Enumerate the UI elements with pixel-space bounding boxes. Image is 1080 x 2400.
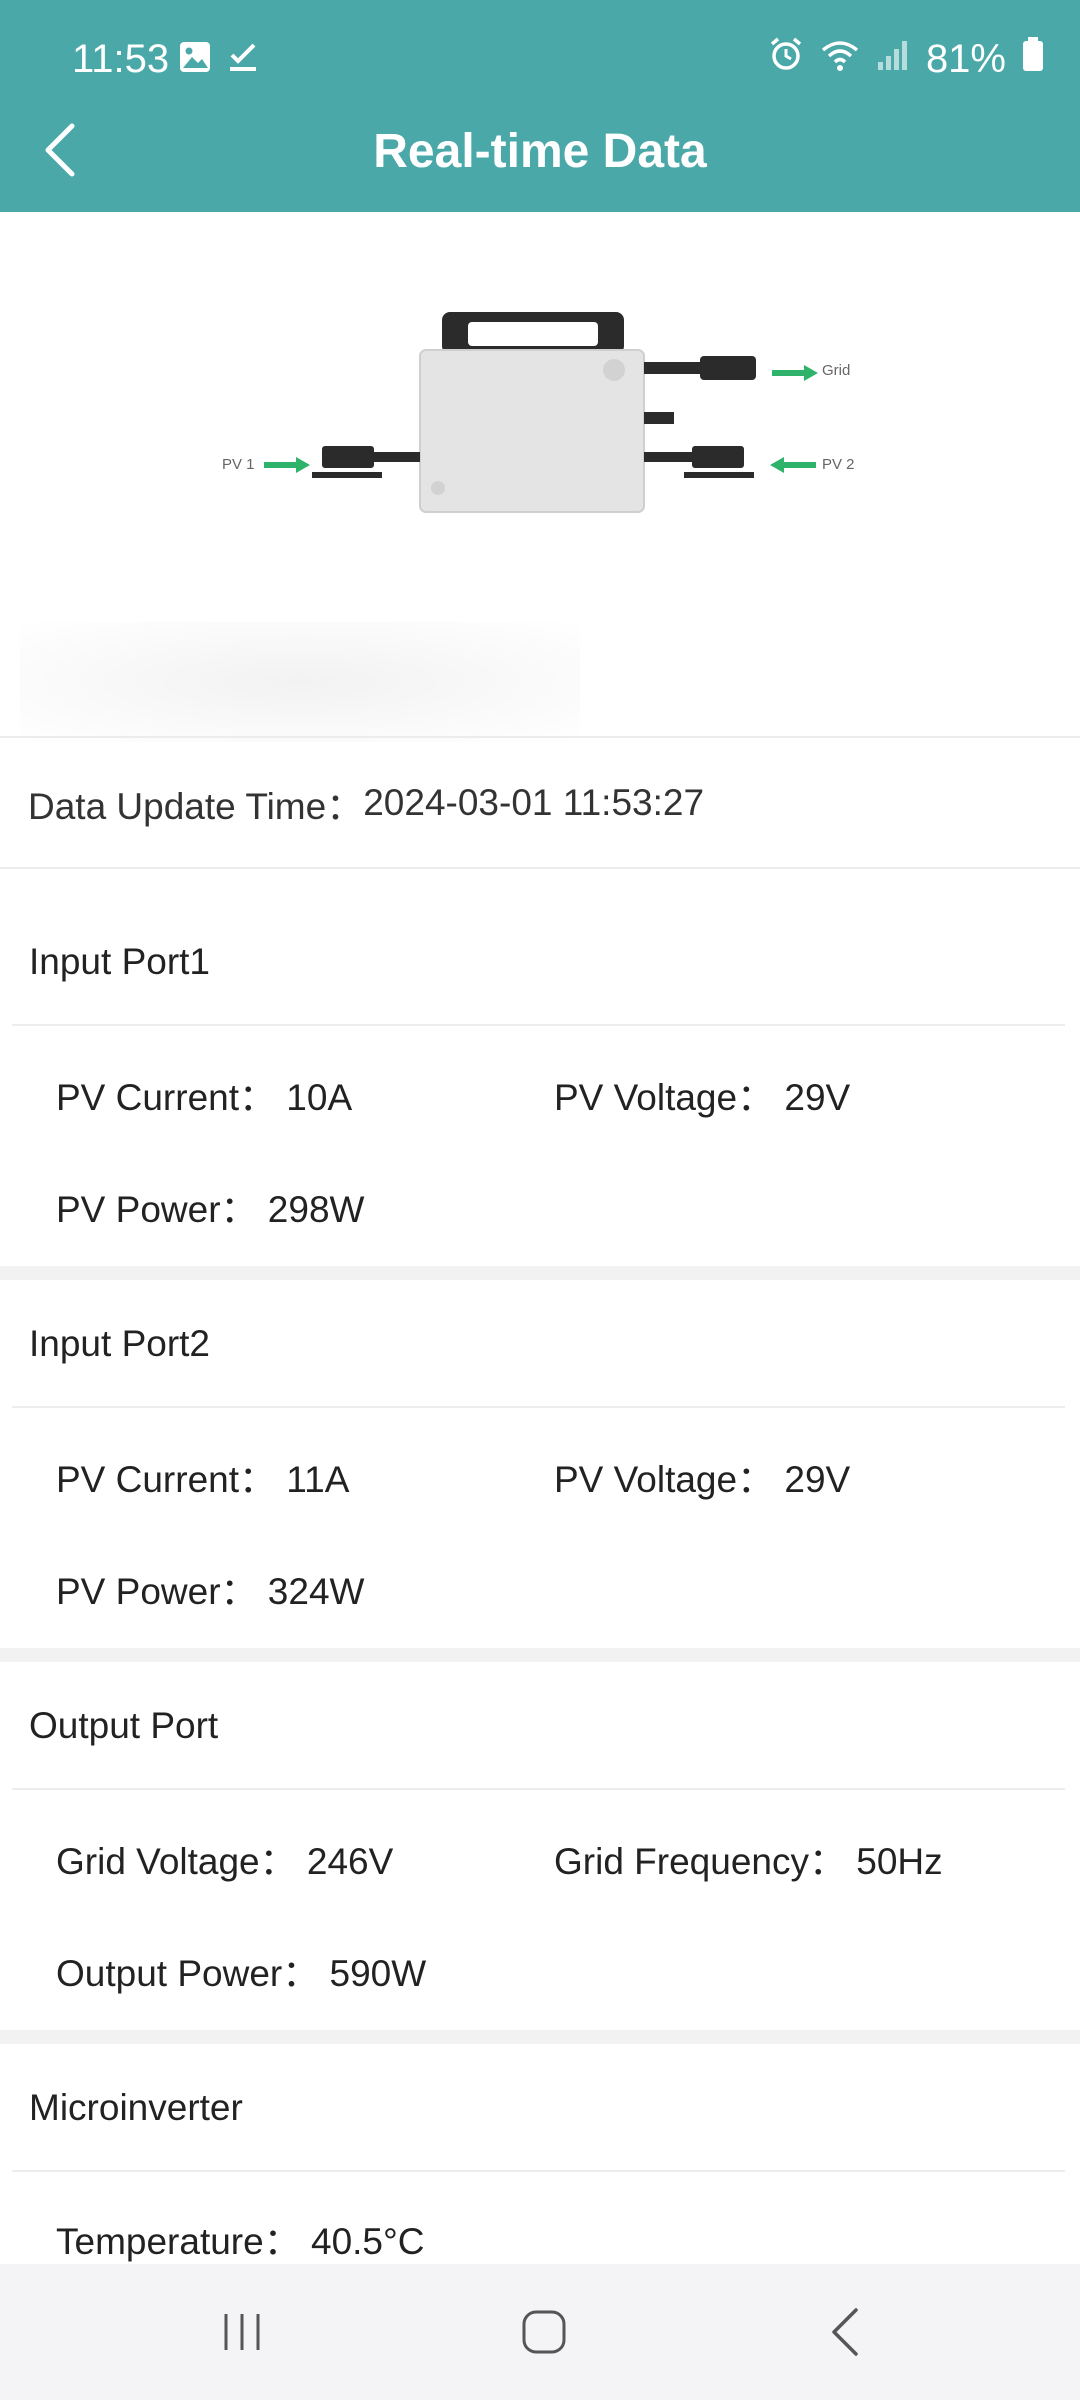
pv-current-field: PV Current： 10A — [56, 1077, 353, 1118]
app-header: 11:53 81% Real-time Data — [0, 0, 1080, 212]
grid-label: Grid — [822, 362, 851, 379]
status-time: 11:53 — [72, 37, 170, 81]
section-gap — [0, 1648, 1080, 1662]
pv-current-field: PV Current： 11A — [56, 1459, 350, 1500]
section-divider — [12, 2170, 1065, 2172]
battery-percent: 81% — [925, 37, 1006, 81]
alarm-icon — [768, 34, 804, 84]
section-title-microinverter: Microinverter — [29, 2087, 243, 2128]
recent-apps-icon — [224, 2314, 260, 2350]
section-divider — [12, 1024, 1065, 1026]
section-gap — [0, 1266, 1080, 1280]
section-title-output-port: Output Port — [29, 1705, 219, 1746]
arrow-right-icon — [264, 457, 310, 473]
section-divider — [12, 1406, 1065, 1408]
update-label: Data Update Time： — [28, 786, 364, 827]
output-power-field: Output Power： 590W — [56, 1953, 427, 1994]
pv-power-field: PV Power： 298W — [56, 1189, 365, 1230]
grid-voltage-field: Grid Voltage： 246V — [56, 1841, 394, 1882]
section-divider — [12, 1788, 1065, 1790]
checkbox-done-icon — [226, 40, 260, 79]
recent-apps-button[interactable] — [182, 2264, 302, 2400]
home-icon — [522, 2310, 566, 2354]
pv-power-field: PV Power： 324W — [56, 1571, 365, 1612]
pv1-label: PV 1 — [222, 456, 255, 473]
home-button[interactable] — [484, 2264, 604, 2400]
pv-voltage-field: PV Voltage： 29V — [554, 1459, 851, 1500]
device-illustration: Grid PV 1 PV 2 — [0, 212, 1080, 742]
back-arrow-icon — [832, 2308, 858, 2356]
arrow-right-icon — [772, 365, 818, 381]
wifi-icon — [820, 34, 860, 84]
grid-frequency-field: Grid Frequency： 50Hz — [554, 1841, 943, 1882]
status-left-icons — [178, 40, 260, 79]
system-nav-bar — [0, 2264, 1080, 2400]
data-update-row: Data Update Time： 2024-03-01 11:53:27 — [0, 738, 1080, 868]
gallery-icon — [178, 40, 212, 79]
system-back-button[interactable] — [786, 2264, 906, 2400]
temperature-field: Temperature： 40.5°C — [56, 2221, 425, 2262]
update-value: 2024-03-01 11:53:27 — [363, 782, 705, 823]
arrow-left-icon — [770, 457, 816, 473]
signal-icon — [876, 34, 910, 84]
section-title-input-port1: Input Port1 — [29, 941, 211, 982]
section-title-input-port2: Input Port2 — [29, 1323, 211, 1364]
status-right: 81% — [768, 34, 1044, 84]
battery-icon — [1022, 34, 1044, 84]
section-gap — [0, 2030, 1080, 2044]
pv2-label: PV 2 — [822, 456, 855, 473]
page-title: Real-time Data — [373, 125, 707, 178]
microinverter-image — [264, 312, 818, 513]
divider — [0, 867, 1080, 869]
pv-voltage-field: PV Voltage： 29V — [554, 1077, 851, 1118]
